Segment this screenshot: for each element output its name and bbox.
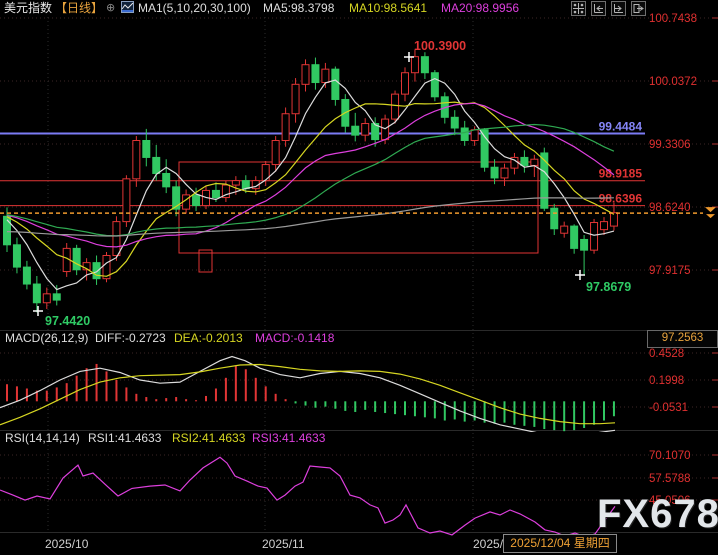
candle-body <box>561 226 568 233</box>
macd-axis-label: 0.4528 <box>649 348 684 360</box>
rsi-axis-label: 70.1070 <box>649 450 691 462</box>
y-axis-label: 98.6240 <box>649 202 691 214</box>
candle-body <box>153 157 160 173</box>
rsi-axis-label: 57.5788 <box>649 473 691 485</box>
candle-body <box>402 73 409 94</box>
candle-body <box>13 245 20 267</box>
ma-line-5 <box>7 79 614 290</box>
candle-body <box>551 208 558 229</box>
candle-body <box>292 84 299 113</box>
rsi-legend: RSI(14,14,14) RSI1:41.4633 RSI2:41.4633 … <box>0 431 645 446</box>
candle-body <box>411 57 418 73</box>
candle-body <box>581 239 588 250</box>
candle-body <box>332 69 339 99</box>
macd-diff-line <box>0 357 615 438</box>
macd-value: MACD:-0.1418 <box>255 331 334 346</box>
candle-body <box>501 168 508 178</box>
candle-body <box>93 263 100 279</box>
candle-body <box>491 167 498 178</box>
macd-dea-line <box>0 365 615 425</box>
price-axis-bottom-label: 97.2563 <box>647 330 718 348</box>
ma-line-100 <box>7 198 614 236</box>
candle-body <box>471 130 478 141</box>
extreme-price-annotation: 97.8679 <box>586 280 631 294</box>
date-label-oct: 2025/10 <box>45 537 88 551</box>
last-price-marker-icon <box>705 207 716 212</box>
rsi3-value: RSI3:41.4633 <box>252 431 325 446</box>
candle-body <box>43 294 50 303</box>
candle-body <box>53 294 60 300</box>
extreme-price-annotation: 100.3900 <box>414 39 466 53</box>
last-price-marker-icon <box>706 214 715 218</box>
candle-body <box>143 140 150 157</box>
candle-body <box>272 140 279 164</box>
candle-body <box>571 226 578 248</box>
macd-layer <box>7 364 614 431</box>
candle-body <box>282 114 289 141</box>
candle-body <box>33 284 40 303</box>
candle-body <box>133 140 140 178</box>
rsi-title: RSI(14,14,14) <box>5 431 80 446</box>
extreme-price-annotation: 97.4420 <box>45 314 90 328</box>
candle-body <box>531 159 538 165</box>
candle-body <box>541 153 548 208</box>
ma-line-10 <box>7 102 614 276</box>
candle-body <box>123 179 130 222</box>
candle-body <box>392 94 399 119</box>
candle-body <box>322 69 329 82</box>
candle-body <box>73 248 80 269</box>
chart-canvas[interactable]: 99.4484 98.9185 98.6396 100.3900 97.4420 97.8… <box>0 16 718 555</box>
candle-body <box>232 181 239 185</box>
y-axis-label: 99.3306 <box>649 139 691 151</box>
candle-body <box>212 190 219 197</box>
date-label-nov: 2025/11 <box>262 537 305 551</box>
candle-body <box>461 128 468 140</box>
candle-body <box>302 65 309 85</box>
candle-body <box>312 65 319 83</box>
price-hline-label: 98.6396 <box>599 192 643 206</box>
candle-body <box>521 157 528 165</box>
y-axis-label: 100.0372 <box>649 76 697 88</box>
y-axis-label: 97.9175 <box>649 265 691 277</box>
fx678-watermark: FX678 <box>597 492 718 537</box>
chart-app: 美元指数 【日线】 ⊕ MA1(5,10,20,30,100) MA5:98.3… <box>0 0 718 555</box>
price-hline-label: 99.4484 <box>599 119 643 133</box>
candle-body <box>362 124 369 136</box>
candle-body <box>591 223 598 251</box>
candle-body <box>163 173 170 186</box>
candle-body <box>431 73 438 97</box>
ma-line-30 <box>7 125 614 236</box>
date-label-dec: 2025/ <box>473 537 503 551</box>
candle-body <box>113 222 120 256</box>
macd-axis-label: 0.1998 <box>649 375 684 387</box>
macd-axis-label: -0.0531 <box>649 402 688 414</box>
price-hline-label: 98.9185 <box>599 167 643 181</box>
candle-body <box>193 195 200 206</box>
candle-body <box>421 57 428 73</box>
rsi2-value: RSI2:41.4633 <box>172 431 245 446</box>
rsi-line <box>0 457 615 537</box>
macd-title: MACD(26,12,9) <box>5 331 88 346</box>
y-axis-label: 100.7438 <box>649 13 697 25</box>
rsi1-value: RSI1:41.4633 <box>88 431 161 446</box>
candle-body <box>23 267 30 284</box>
chart-svg: 99.4484 98.9185 98.6396 100.3900 97.4420 97.8… <box>0 0 718 555</box>
candle-body <box>451 117 458 128</box>
candle-body <box>610 213 617 226</box>
candle-body <box>481 130 488 167</box>
candle-body <box>352 126 359 135</box>
macd-dea-value: DEA:-0.2013 <box>174 331 243 346</box>
candle-body <box>601 222 608 230</box>
macd-diff-value: DIFF:-0.2723 <box>95 331 166 346</box>
macd-legend: MACD(26,12,9) DIFF:-0.2723 DEA:-0.2013 M… <box>0 331 645 346</box>
